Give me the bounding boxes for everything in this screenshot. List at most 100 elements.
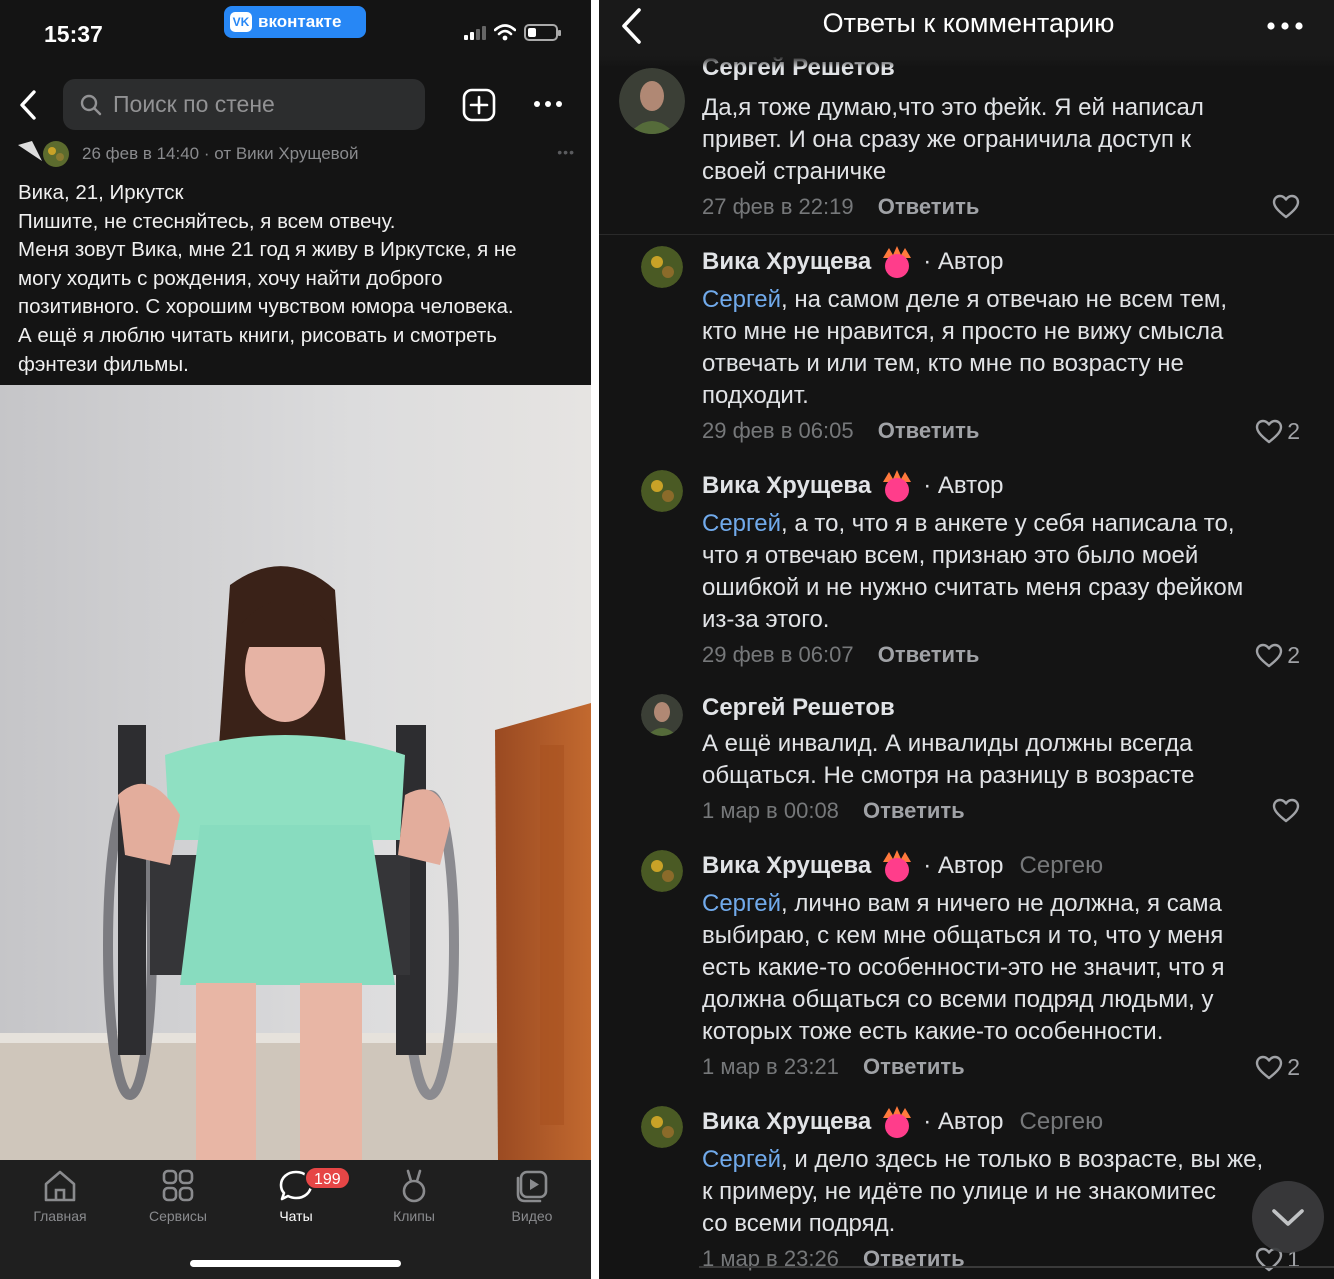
mention-link[interactable]: Сергей — [702, 890, 781, 917]
post-date-author: 26 фев в 14:40 · от Вики Хрущевой — [82, 144, 359, 163]
crown-icon — [883, 246, 912, 278]
comment-line: из-за этого. — [702, 606, 830, 633]
mention-link[interactable]: Сергей — [702, 286, 781, 313]
tab-video[interactable]: Видео — [482, 1168, 582, 1224]
vk-app-badge-label: вконтакте — [258, 12, 342, 31]
reply-button[interactable]: Ответить — [878, 642, 980, 667]
comment-date: 1 мар в 23:21 — [702, 1054, 839, 1079]
more-icon[interactable] — [1265, 16, 1305, 36]
tab-services[interactable]: Сервисы — [128, 1168, 228, 1224]
comment-date: 29 фев в 06:05 — [702, 418, 854, 443]
comment-footer: 1 мар в 00:08 Ответить — [702, 798, 1312, 828]
header-fade — [599, 56, 1334, 68]
like-count: 2 — [1287, 1054, 1300, 1080]
clips-icon — [402, 1169, 426, 1203]
comment-line: которых тоже есть какие-то особенности. — [702, 1018, 1164, 1045]
comment-text: Сергей, лично вам я ничего не должна, я … — [702, 888, 1322, 1048]
post-photo[interactable] — [0, 385, 591, 1160]
comment-line: Сергей, а то, что я в анкете у себя напи… — [702, 508, 1322, 540]
commenter-avatar[interactable] — [641, 850, 683, 892]
commenter-avatar[interactable] — [641, 246, 683, 288]
like-count: 2 — [1287, 418, 1300, 444]
tab-services-label: Сервисы — [148, 1208, 207, 1224]
commenter-avatar[interactable] — [641, 1106, 683, 1148]
status-time: 15:37 — [44, 21, 103, 47]
crown-icon — [883, 1106, 912, 1138]
thread-header: Ответы к комментарию — [599, 0, 1334, 56]
comment-line: должна общаться со всеми подряд людьми, … — [702, 986, 1214, 1013]
mention-link[interactable]: Сергей — [702, 1146, 781, 1173]
tab-clips-label: Клипы — [393, 1208, 435, 1224]
reply-button[interactable]: Ответить — [863, 1054, 965, 1079]
comment-footer: 1 мар в 23:26 Ответить 1 — [702, 1246, 1312, 1276]
comment-line: своей страничке — [702, 158, 887, 185]
comment-date: 1 мар в 00:08 — [702, 798, 839, 823]
like-button[interactable] — [1272, 798, 1300, 824]
like-button[interactable] — [1272, 194, 1300, 220]
comment-author-name[interactable]: Сергей Решетов — [702, 694, 895, 722]
comment-author-name[interactable]: Вика Хрущева · Автор Сергею — [702, 848, 1103, 884]
author-name-text: Сергей Решетов — [702, 694, 895, 721]
more-icon[interactable] — [532, 94, 564, 114]
author-role: · Автор — [923, 472, 1004, 499]
chats-unread-badge: 199 — [304, 1166, 351, 1190]
tab-home[interactable]: Главная — [10, 1168, 110, 1224]
mention-link[interactable]: Сергей — [702, 510, 781, 537]
comment-line-text: , лично вам я ничего не должна, я сама — [781, 890, 1222, 917]
comment-line: что я отвечаю всем, признаю это было мое… — [702, 542, 1199, 569]
add-post-button[interactable] — [462, 88, 496, 122]
comment-footer: 29 фев в 06:05 Ответить 2 — [702, 418, 1312, 448]
post-text-line: Пишите, не стесняйтесь, я всем отвечу. — [18, 209, 396, 233]
comment-line: Сергей, и дело здесь не только в возраст… — [702, 1144, 1322, 1176]
heart-icon — [1272, 798, 1300, 823]
heart-icon — [1272, 194, 1300, 219]
author-avatar[interactable] — [18, 139, 72, 169]
comment-line: Сергей, лично вам я ничего не должна, я … — [702, 888, 1322, 920]
author-role: · Автор — [923, 852, 1004, 879]
comment-text: Сергей, а то, что я в анкете у себя напи… — [702, 508, 1322, 636]
comment-author-name[interactable]: Вика Хрущева · Автор Сергею — [702, 1104, 1103, 1140]
comment-item: Сергей Решетов А ещё инвалид. А инвалиды… — [599, 692, 1334, 832]
comment-date: 27 фев в 22:19 — [702, 194, 854, 219]
post-text-line: Меня зовут Вика, мне 21 год я живу в Ирк… — [18, 238, 517, 262]
like-button[interactable]: 2 — [1255, 642, 1300, 669]
back-arrow-icon[interactable] — [14, 88, 44, 122]
crown-icon — [883, 470, 912, 502]
wall-search-input[interactable]: Поиск по стене — [63, 79, 425, 130]
left-screen: 15:37 VK вконтакте Поиск по стене 26 фев… — [0, 0, 591, 1279]
tab-home-label: Главная — [33, 1208, 87, 1224]
signal-icon — [464, 25, 486, 40]
like-button[interactable]: 2 — [1255, 1054, 1300, 1081]
comment-line: есть какие-то особенности-это не значит,… — [702, 954, 1225, 981]
post-text: Вика, 21, Иркутск Пишите, не стесняйтесь… — [18, 179, 578, 379]
comment-line: Да,я тоже думаю,что это фейк. Я ей напис… — [702, 94, 1204, 121]
reply-to-name[interactable]: Сергею — [1020, 1108, 1104, 1136]
commenter-avatar[interactable] — [619, 68, 685, 134]
like-button[interactable]: 2 — [1255, 418, 1300, 445]
comment-author-name[interactable]: Вика Хрущева · Автор — [702, 468, 1004, 504]
comment-item: Вика Хрущева · Автор Сергею Сергей, и де… — [599, 1104, 1334, 1279]
comment-author-name[interactable]: Вика Хрущева · Автор — [702, 244, 1004, 280]
author-name-text: Вика Хрущева — [702, 852, 872, 879]
scroll-down-button[interactable] — [1252, 1181, 1324, 1253]
status-bar: 15:37 VK вконтакте — [0, 0, 591, 66]
comment-item: Сергей Решетов Да,я тоже думаю,что это ф… — [599, 54, 1334, 236]
home-indicator[interactable] — [190, 1260, 401, 1267]
video-icon — [516, 1170, 548, 1203]
vk-logo-icon: VK — [230, 12, 252, 32]
tab-clips[interactable]: Клипы — [364, 1168, 464, 1224]
comment-line: выбираю, с кем мне общаться и то, что у … — [702, 922, 1224, 949]
vk-app-badge[interactable]: VK вконтакте — [224, 6, 366, 38]
comment-line: ошибкой и не нужно считать меня сразу фе… — [702, 574, 1244, 601]
reply-button[interactable]: Ответить — [863, 798, 965, 823]
heart-icon — [1256, 1055, 1283, 1079]
comment-line: общаться. Не смотря на разницу в возраст… — [702, 762, 1195, 789]
reply-button[interactable]: Ответить — [878, 194, 980, 219]
reply-to-name[interactable]: Сергею — [1020, 852, 1104, 880]
post-options-icon[interactable]: ••• — [557, 144, 575, 160]
commenter-avatar[interactable] — [641, 470, 683, 512]
search-icon — [80, 94, 102, 115]
commenter-avatar[interactable] — [641, 694, 683, 736]
battery-icon — [524, 24, 561, 41]
reply-button[interactable]: Ответить — [878, 418, 980, 443]
